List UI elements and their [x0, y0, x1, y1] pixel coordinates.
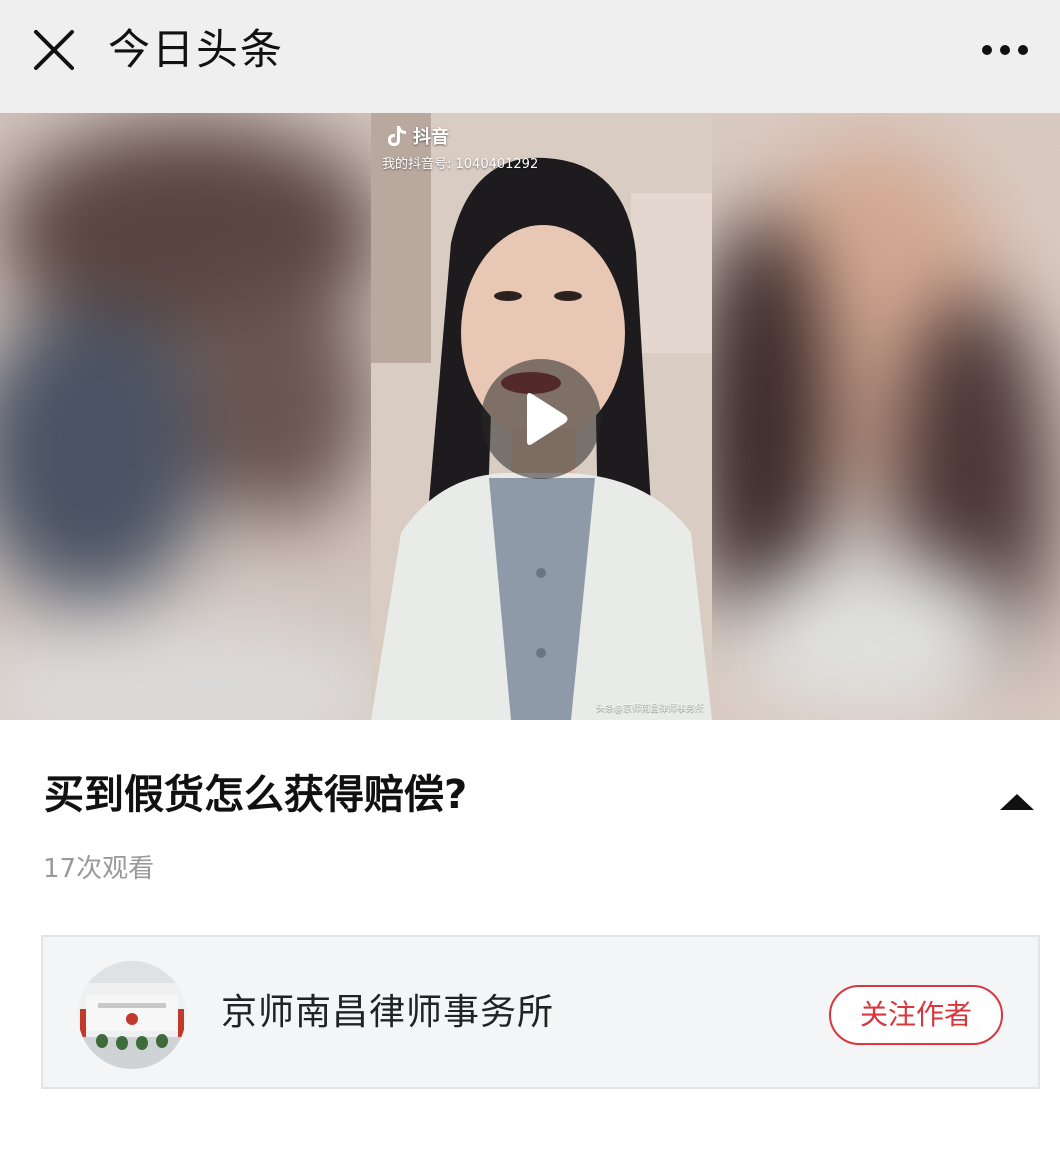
- close-icon: [34, 30, 74, 70]
- play-icon: [527, 393, 568, 445]
- more-button[interactable]: [980, 36, 1030, 64]
- collapse-toggle[interactable]: [996, 788, 1038, 814]
- author-card: 京师南昌律师事务所 关注作者: [41, 935, 1040, 1089]
- author-name[interactable]: 京师南昌律师事务所: [221, 989, 554, 1037]
- app-title: 今日头条: [108, 25, 285, 74]
- video-frame[interactable]: 抖音 我的抖音号: 1040401292 头条@京师南昌律师事务所: [371, 113, 712, 720]
- tiktok-logo: 抖音: [383, 123, 449, 149]
- triangle-up-icon: [1000, 794, 1034, 810]
- blurred-background-left: [0, 113, 371, 720]
- more-icon: [982, 45, 1028, 55]
- avatar[interactable]: [78, 961, 186, 1069]
- video-player[interactable]: 抖音 我的抖音号: 1040401292 头条@京师南昌律师事务所: [0, 113, 1060, 720]
- play-button[interactable]: [481, 359, 601, 479]
- top-bar: 今日头条: [0, 0, 1060, 113]
- close-button[interactable]: [30, 26, 78, 74]
- tiktok-icon: [388, 126, 406, 146]
- view-count: 17次观看: [43, 854, 155, 884]
- blurred-background-right: [712, 113, 1060, 720]
- tiktok-id: 我的抖音号: 1040401292: [382, 157, 539, 172]
- video-watermark: 头条@京师南昌律师事务所: [595, 704, 704, 714]
- author-avatar-image: [78, 961, 186, 1069]
- follow-author-button[interactable]: 关注作者: [829, 985, 1003, 1045]
- article-title: 买到假货怎么获得赔偿?: [44, 772, 468, 818]
- tiktok-name: 抖音: [413, 127, 449, 148]
